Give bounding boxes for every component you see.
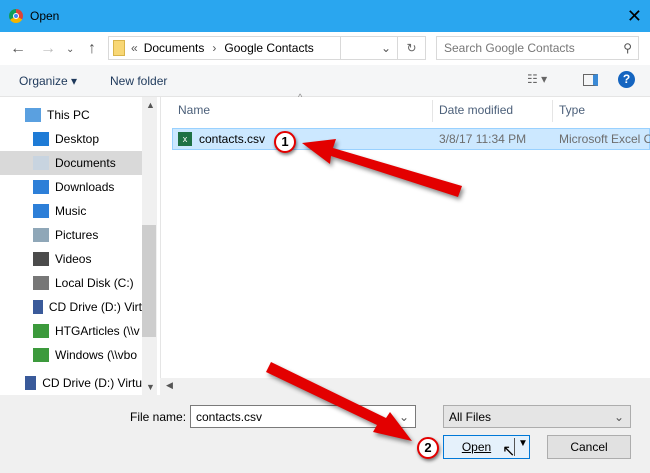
arrow-2 xyxy=(266,362,412,441)
step-badge-2: 2 xyxy=(417,437,439,459)
arrow-1 xyxy=(302,139,462,197)
mouse-cursor-icon: ↖ xyxy=(502,443,516,460)
annotation-arrows xyxy=(266,139,462,441)
step-badge-1: 1 xyxy=(274,131,296,153)
